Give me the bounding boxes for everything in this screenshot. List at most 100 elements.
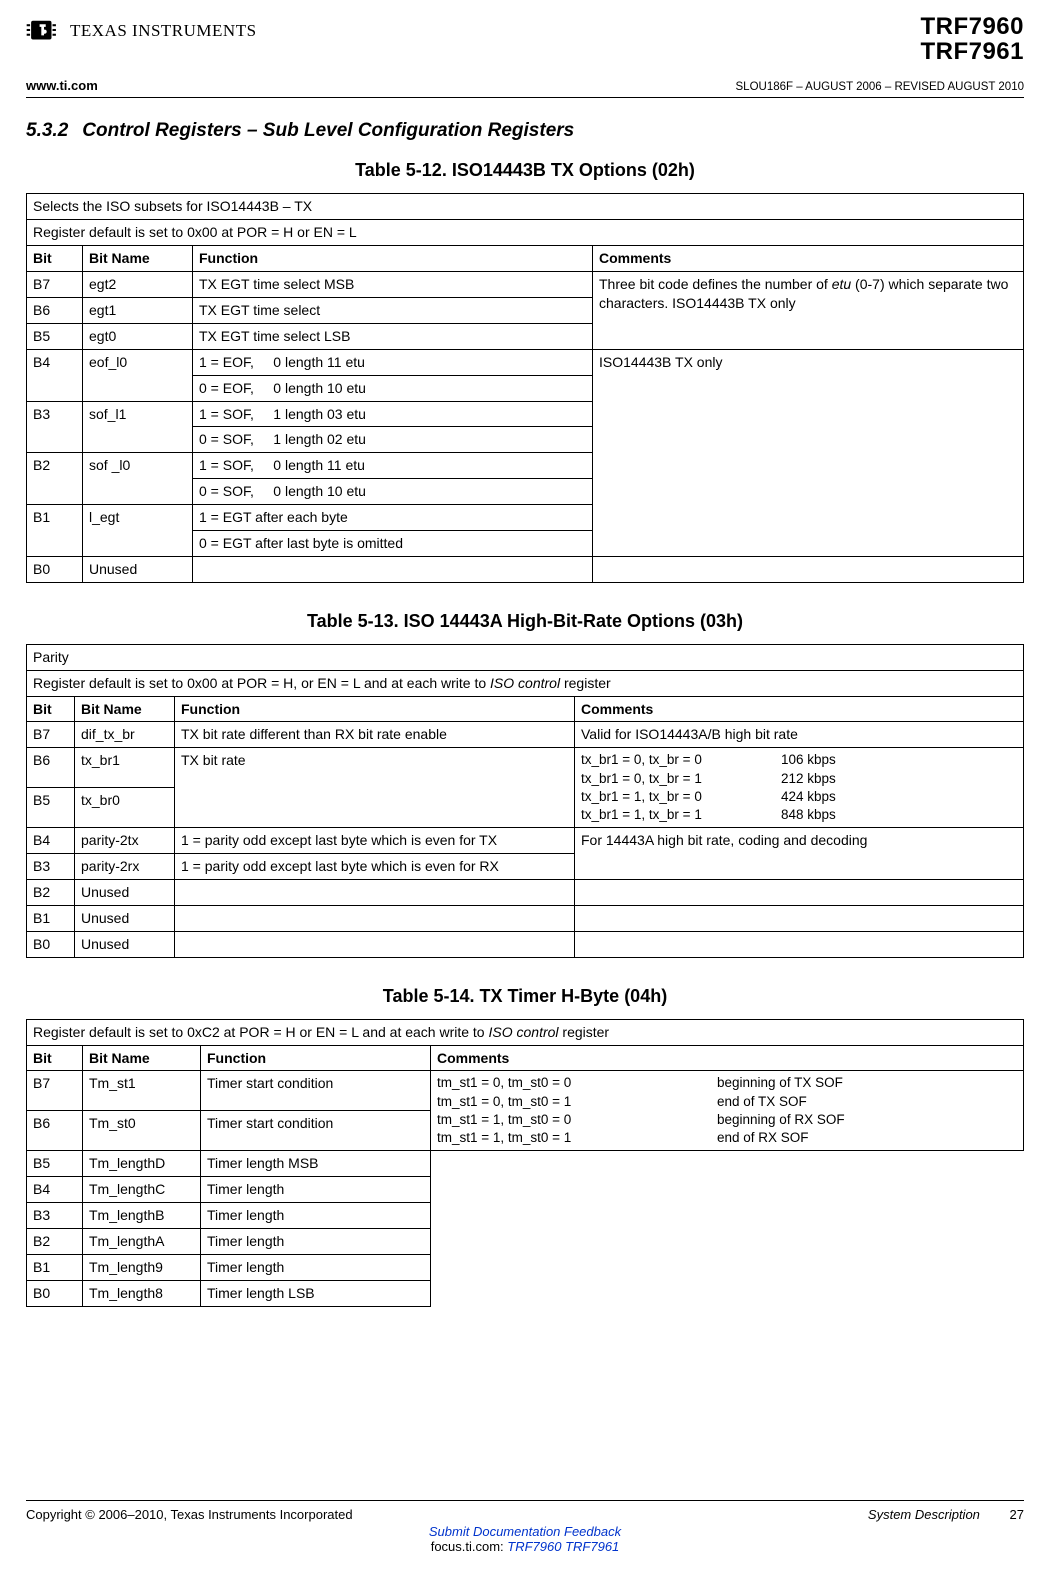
t13-h-name: Bit Name (75, 696, 175, 722)
t13-b0-comm (575, 931, 1024, 957)
t13-b5-name: tx_br0 (75, 788, 175, 828)
table-5-14-caption: Table 5-14. TX Timer H-Byte (04h) (26, 986, 1024, 1007)
t12-b7-func: TX EGT time select MSB (193, 272, 593, 298)
t14-b2-func: Timer length (201, 1228, 431, 1254)
t12-h-name: Bit Name (83, 246, 193, 272)
t12-b6-name: egt1 (83, 297, 193, 323)
t12-b0-bit: B0 (27, 556, 83, 582)
t13-b4-bit: B4 (27, 828, 75, 854)
t13-b4-name: parity-2tx (75, 828, 175, 854)
copyright: Copyright © 2006–2010, Texas Instruments… (26, 1507, 353, 1522)
t12-b4-f1: 1 = EOF, 0 length 11 etu (193, 349, 593, 375)
t13-b2-bit: B2 (27, 879, 75, 905)
t13-b6-bit: B6 (27, 748, 75, 788)
feedback-link[interactable]: Submit Documentation Feedback (429, 1524, 621, 1539)
t13-h-comm: Comments (575, 696, 1024, 722)
t13-b7-bit: B7 (27, 722, 75, 748)
t14-b6-name: Tm_st0 (83, 1111, 201, 1151)
t14-b7-name: Tm_st1 (83, 1071, 201, 1111)
t12-b1-name: l_egt (83, 505, 193, 557)
t14-h-bit: Bit (27, 1045, 83, 1071)
t13-b2-name: Unused (75, 879, 175, 905)
t13-b3-func: 1 = parity odd except last byte which is… (175, 854, 575, 880)
t13-parity-comm: For 14443A high bit rate, coding and dec… (575, 828, 1024, 880)
t12-b2-name: sof _l0 (83, 453, 193, 505)
t12-b1-f0: 0 = EGT after last byte is omitted (193, 530, 593, 556)
section-number: 5.3.2 (26, 120, 68, 141)
t12-b3-name: sof_l1 (83, 401, 193, 453)
t12-b4-name: eof_l0 (83, 349, 193, 401)
focus-prefix: focus.ti.com: (431, 1539, 508, 1554)
t14-h-func: Function (201, 1045, 431, 1071)
t12-b5-bit: B5 (27, 323, 83, 349)
t12-b4-bit: B4 (27, 349, 83, 401)
t13-h-bit: Bit (27, 696, 75, 722)
page-number: 27 (1010, 1507, 1024, 1522)
t14-b2-name: Tm_lengthA (83, 1228, 201, 1254)
t14-h-comm: Comments (431, 1045, 1024, 1071)
t12-b2-f1: 1 = SOF, 0 length 11 etu (193, 453, 593, 479)
t13-b7-name: dif_tx_br (75, 722, 175, 748)
t14-b1-bit: B1 (27, 1254, 83, 1280)
t13-desc1: Parity (27, 644, 1024, 670)
t14-b6-bit: B6 (27, 1111, 83, 1151)
t12-egt-comment: Three bit code defines the number of etu… (593, 272, 1024, 350)
t12-b1-bit: B1 (27, 505, 83, 557)
site-link[interactable]: www.ti.com (26, 78, 98, 93)
t14-b7-bit: B7 (27, 1071, 83, 1111)
t13-b6-name: tx_br1 (75, 748, 175, 788)
focus-link[interactable]: TRF7960 TRF7961 (507, 1539, 619, 1554)
t12-b2-bit: B2 (27, 453, 83, 505)
t14-b0-func: Timer length LSB (201, 1280, 431, 1306)
t13-b4-func: 1 = parity odd except last byte which is… (175, 828, 575, 854)
t12-b4-f0: 0 = EOF, 0 length 10 etu (193, 375, 593, 401)
table-5-13: Parity Register default is set to 0x00 a… (26, 644, 1024, 958)
t14-b5-name: Tm_lengthD (83, 1151, 201, 1177)
t12-iso-comment: ISO14443B TX only (593, 349, 1024, 556)
t12-h-comm: Comments (593, 246, 1024, 272)
t13-b1-comm (575, 905, 1024, 931)
t12-b0-comm (593, 556, 1024, 582)
t13-b0-name: Unused (75, 931, 175, 957)
t12-b7-name: egt2 (83, 272, 193, 298)
t12-b5-func: TX EGT time select LSB (193, 323, 593, 349)
t14-b7-func: Timer start condition (201, 1071, 431, 1111)
footer-section: System Description (868, 1507, 980, 1522)
t14-b4-func: Timer length (201, 1177, 431, 1203)
t12-b3-f0: 0 = SOF, 1 length 02 etu (193, 427, 593, 453)
t13-b7-func: TX bit rate different than RX bit rate e… (175, 722, 575, 748)
t14-b0-bit: B0 (27, 1280, 83, 1306)
t14-b3-func: Timer length (201, 1203, 431, 1229)
t14-h-name: Bit Name (83, 1045, 201, 1071)
t14-b1-name: Tm_length9 (83, 1254, 201, 1280)
table-5-12-caption: Table 5-12. ISO14443B TX Options (02h) (26, 160, 1024, 181)
t12-h-func: Function (193, 246, 593, 272)
part-number-2: TRF7961 (920, 39, 1024, 64)
t12-b3-bit: B3 (27, 401, 83, 453)
t12-b0-func (193, 556, 593, 582)
t12-b0-name: Unused (83, 556, 193, 582)
t13-b1-name: Unused (75, 905, 175, 931)
logo-text: TEXAS INSTRUMENTS (70, 23, 257, 39)
t14-desc: Register default is set to 0xC2 at POR =… (27, 1019, 1024, 1045)
table-5-12: Selects the ISO subsets for ISO14443B – … (26, 193, 1024, 582)
t14-st-comment: tm_st1 = 0, tm_st0 = 0beginning of TX SO… (431, 1071, 1024, 1151)
t12-b1-f1: 1 = EGT after each byte (193, 505, 593, 531)
t14-b4-bit: B4 (27, 1177, 83, 1203)
t13-b5-bit: B5 (27, 788, 75, 828)
t12-b5-name: egt0 (83, 323, 193, 349)
t13-b1-func (175, 905, 575, 931)
t13-b2-func (175, 879, 575, 905)
ti-logo: TEXAS INSTRUMENTS (26, 14, 257, 48)
doc-id: SLOU186F – AUGUST 2006 – REVISED AUGUST … (736, 81, 1025, 93)
t14-b2-bit: B2 (27, 1228, 83, 1254)
t13-h-func: Function (175, 696, 575, 722)
t13-b2-comm (575, 879, 1024, 905)
t14-b3-bit: B3 (27, 1203, 83, 1229)
page-footer: Copyright © 2006–2010, Texas Instruments… (26, 1500, 1024, 1554)
t14-b3-name: Tm_lengthB (83, 1203, 201, 1229)
t13-b0-bit: B0 (27, 931, 75, 957)
table-5-13-caption: Table 5-13. ISO 14443A High-Bit-Rate Opt… (26, 611, 1024, 632)
t14-b4-name: Tm_lengthC (83, 1177, 201, 1203)
t14-b5-bit: B5 (27, 1151, 83, 1177)
